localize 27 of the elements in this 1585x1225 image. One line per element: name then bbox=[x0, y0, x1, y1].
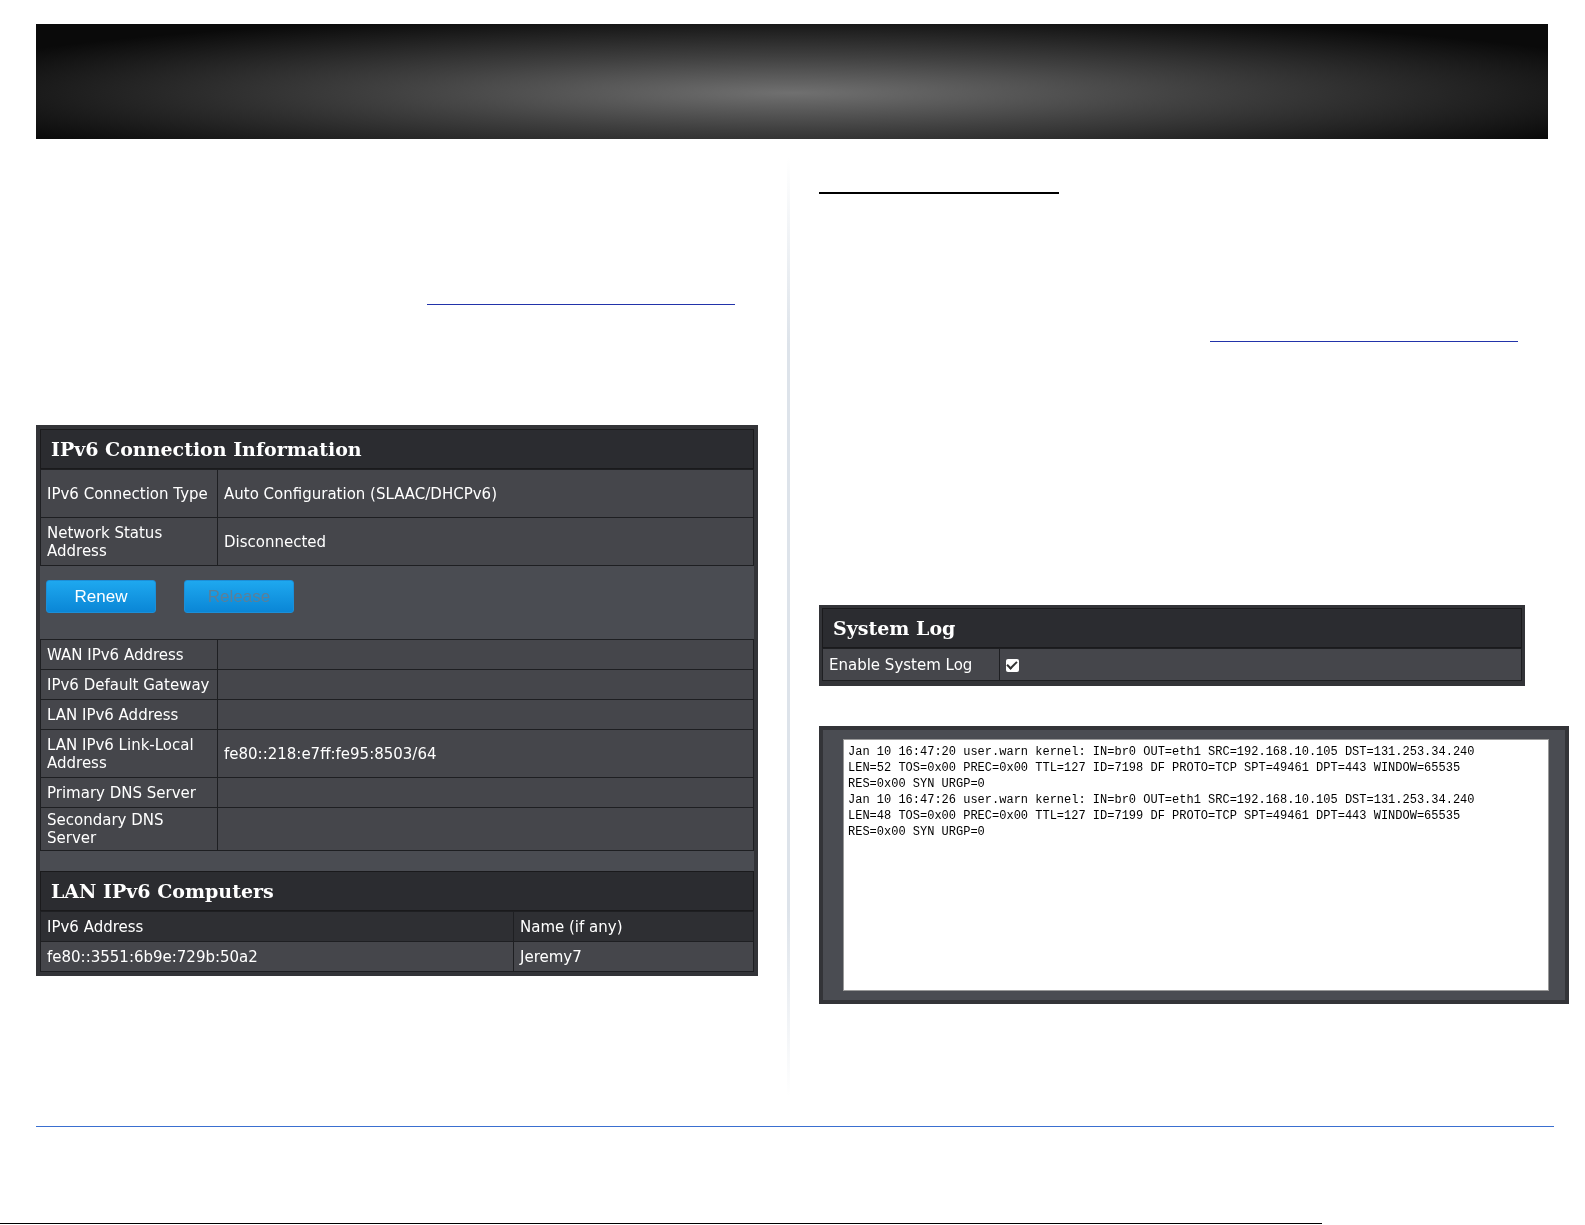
log-line: RES=0x00 SYN URGP=0 bbox=[848, 824, 986, 840]
field-label: Enable System Log bbox=[822, 648, 1000, 681]
log-line: LEN=48 TOS=0x00 PREC=0x00 TTL=127 ID=7199 DF PROTO=TCP SPT=49461 DPT=443 WINDOW=65535 bbox=[848, 808, 1462, 824]
table-cell: fe80::3551:6b9e:729b:50a2 bbox=[40, 941, 514, 972]
log-line: LEN=52 TOS=0x00 PREC=0x00 TTL=127 ID=7198 DF PROTO=TCP SPT=49461 DPT=443 WINDOW=65535 bbox=[848, 760, 1462, 776]
panel-title: LAN IPv6 Computers bbox=[40, 871, 754, 911]
checkbox[interactable] bbox=[1006, 658, 1019, 672]
field-label: Primary DNS Server bbox=[40, 777, 218, 808]
log-line: RES=0x00 SYN URGP=0 bbox=[848, 776, 986, 792]
field-label: Network Status Address bbox=[40, 517, 218, 566]
field-value: fe80::218:e7ff:fe95:8503/64 bbox=[217, 729, 754, 778]
field-value: Auto Configuration (SLAAC/DHCPv6) bbox=[217, 469, 754, 518]
field-label: IPv6 Connection Type bbox=[40, 469, 218, 518]
panel-title: System Log bbox=[822, 608, 1522, 648]
column-header: Name (if any) bbox=[513, 911, 754, 942]
field-label: LAN IPv6 Address bbox=[40, 699, 218, 730]
field-value: Disconnected bbox=[217, 517, 754, 566]
renew-button[interactable]: Renew bbox=[46, 580, 156, 613]
panel-title: IPv6 Connection Information bbox=[40, 429, 754, 469]
field-label: WAN IPv6 Address bbox=[40, 639, 218, 670]
log-line: Jan 10 16:47:26 user.warn kernel: IN=br0 OUT=eth1 SRC=192.168.10.105 DST=131.253.34.240 bbox=[848, 792, 1476, 808]
field-label: IPv6 Default Gateway bbox=[40, 669, 218, 700]
field-label: Secondary DNS Server bbox=[40, 807, 218, 851]
table-cell: Jeremy7 bbox=[513, 941, 754, 972]
log-line: Jan 10 16:47:20 user.warn kernel: IN=br0 OUT=eth1 SRC=192.168.10.105 DST=131.253.34.240 bbox=[848, 744, 1476, 760]
field-label: LAN IPv6 Link-Local Address bbox=[40, 729, 218, 778]
column-header: IPv6 Address bbox=[40, 911, 514, 942]
